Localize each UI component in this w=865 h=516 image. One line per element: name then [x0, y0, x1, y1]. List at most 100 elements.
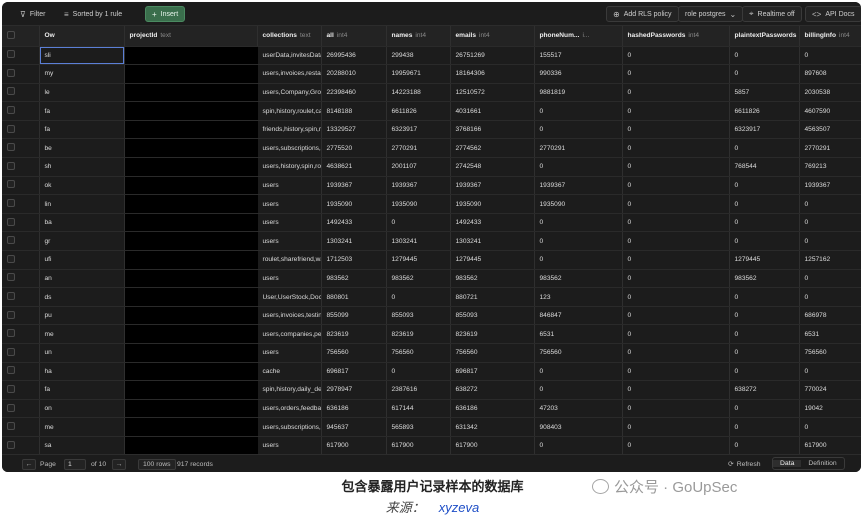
table-row[interactable]: fa spin,history,daily_deposit,roulet,cash…: [2, 380, 861, 400]
cell-emails[interactable]: 696817: [450, 362, 535, 382]
cell-collections[interactable]: users,history,spin,roulet,redeem,history…: [257, 157, 322, 177]
cell-all[interactable]: 2978947: [321, 380, 387, 400]
cell-emails[interactable]: 1935090: [450, 194, 535, 214]
sort-button[interactable]: ≡ Sorted by 1 rule: [64, 6, 122, 22]
cell-phonenum[interactable]: 155517: [534, 46, 623, 66]
cell-names[interactable]: 19959671: [386, 64, 451, 84]
cell-owner[interactable]: an: [39, 269, 125, 289]
table-row[interactable]: me users,subscriptions,companies,selfMana…: [2, 417, 861, 437]
cell-owner[interactable]: fa: [39, 101, 125, 121]
cell-hashedpasswords[interactable]: 0: [622, 64, 730, 84]
cell-names[interactable]: 2001107: [386, 157, 451, 177]
refresh-button[interactable]: ⟳ Refresh: [728, 458, 761, 470]
cell-all[interactable]: 1303241: [321, 231, 387, 252]
cell-phonenum[interactable]: 2770291: [534, 138, 623, 159]
cell-hashedpasswords[interactable]: 0: [622, 83, 730, 103]
checkbox[interactable]: [7, 50, 15, 59]
row-select-cell[interactable]: [2, 399, 40, 419]
cell-billinginfo[interactable]: 0: [799, 231, 861, 252]
cell-phonenum[interactable]: 983562: [534, 269, 623, 289]
row-select-cell[interactable]: [2, 324, 40, 344]
checkbox[interactable]: [7, 161, 15, 170]
cell-names[interactable]: 565893: [386, 417, 451, 437]
cell-names[interactable]: 855093: [386, 306, 451, 326]
cell-plaintextpasswords[interactable]: 6323917: [729, 120, 800, 140]
cell-billinginfo[interactable]: 1939367: [799, 176, 861, 196]
cell-phonenum[interactable]: 990336: [534, 64, 623, 84]
cell-owner[interactable]: ufi: [39, 250, 125, 270]
row-select-cell[interactable]: [2, 120, 40, 140]
cell-hashedpasswords[interactable]: 0: [622, 213, 730, 233]
cell-all[interactable]: 880801: [321, 287, 387, 307]
cell-collections[interactable]: userData,invitesData,classData,evaluatio: [257, 46, 322, 66]
table-row[interactable]: be users,subscriptions,lugu_cancel_reason…: [2, 138, 861, 159]
cell-phonenum[interactable]: 0: [534, 213, 623, 233]
cell-all[interactable]: 855099: [321, 306, 387, 326]
row-select-cell[interactable]: [2, 138, 40, 159]
cell-owner[interactable]: ha: [39, 362, 125, 382]
table-row[interactable]: my users,invoices,restaurants,tables,cash…: [2, 64, 861, 84]
cell-owner[interactable]: sa: [39, 436, 125, 454]
cell-all[interactable]: 983562: [321, 269, 387, 289]
cell-collections[interactable]: users: [257, 213, 322, 233]
cell-names[interactable]: 983562: [386, 269, 451, 289]
cell-emails[interactable]: 631342: [450, 417, 535, 437]
row-select-cell[interactable]: [2, 287, 40, 307]
cell-billinginfo[interactable]: 4607590: [799, 101, 861, 121]
row-select-cell[interactable]: [2, 46, 40, 66]
column-header[interactable]: plaintextPasswordsint4: [729, 26, 800, 47]
cell-billinginfo[interactable]: 4563507: [799, 120, 861, 140]
checkbox[interactable]: [7, 422, 15, 431]
row-select-cell[interactable]: [2, 101, 40, 121]
checkbox[interactable]: [7, 68, 15, 77]
cell-emails[interactable]: 2774562: [450, 138, 535, 159]
checkbox[interactable]: [7, 143, 15, 152]
cell-names[interactable]: 1935090: [386, 194, 451, 214]
checkbox[interactable]: [7, 87, 15, 96]
checkbox[interactable]: [7, 180, 15, 189]
tab-data[interactable]: Data: [773, 460, 802, 467]
cell-emails[interactable]: 1492433: [450, 213, 535, 233]
cell-plaintextpasswords[interactable]: 0: [729, 324, 800, 344]
table-row[interactable]: meusers,companies,petsWithMedicalRecord8…: [2, 324, 861, 344]
cell-all[interactable]: 823619: [321, 324, 387, 344]
checkbox[interactable]: [7, 384, 15, 393]
cell-billinginfo[interactable]: 769213: [799, 157, 861, 177]
cell-all[interactable]: 756560: [321, 343, 387, 363]
cell-owner[interactable]: fa: [39, 120, 125, 140]
add-rls-policy-button[interactable]: ⊕ Add RLS policy: [606, 6, 679, 22]
column-header[interactable]: projectId text: [124, 26, 258, 47]
cell-billinginfo[interactable]: 19042: [799, 399, 861, 419]
select-all-cell[interactable]: [2, 26, 40, 47]
column-header[interactable]: hashedPasswords int4: [622, 26, 730, 47]
cell-plaintextpasswords[interactable]: 983562: [729, 269, 800, 289]
cell-hashedpasswords[interactable]: 0: [622, 306, 730, 326]
row-select-cell[interactable]: [2, 194, 40, 214]
role-select[interactable]: role postgres ⌄: [678, 6, 744, 22]
cell-phonenum[interactable]: 0: [534, 380, 623, 400]
cell-plaintextpasswords[interactable]: 0: [729, 343, 800, 363]
cell-hashedpasswords[interactable]: 0: [622, 343, 730, 363]
cell-hashedpasswords[interactable]: 0: [622, 138, 730, 159]
cell-collections[interactable]: User,UserStock,DocumentData: [257, 287, 322, 307]
cell-all[interactable]: 20288010: [321, 64, 387, 84]
cell-emails[interactable]: 1939367: [450, 176, 535, 196]
cell-billinginfo[interactable]: 0: [799, 46, 861, 66]
cell-all[interactable]: 945637: [321, 417, 387, 437]
cell-plaintextpasswords[interactable]: 0: [729, 213, 800, 233]
cell-owner[interactable]: pu: [39, 306, 125, 326]
cell-billinginfo[interactable]: 770024: [799, 380, 861, 400]
cell-plaintextpasswords[interactable]: 0: [729, 46, 800, 66]
cell-plaintextpasswords[interactable]: 638272: [729, 380, 800, 400]
row-select-cell[interactable]: [2, 362, 40, 382]
cell-plaintextpasswords[interactable]: 0: [729, 436, 800, 454]
cell-billinginfo[interactable]: 756560: [799, 343, 861, 363]
cell-all[interactable]: 1712503: [321, 250, 387, 270]
cell-hashedpasswords[interactable]: 0: [622, 101, 730, 121]
cell-names[interactable]: 14223188: [386, 83, 451, 103]
cell-billinginfo[interactable]: 0: [799, 213, 861, 233]
cell-phonenum[interactable]: 0: [534, 250, 623, 270]
realtime-button[interactable]: ⌖ Realtime off: [742, 6, 802, 22]
cell-collections[interactable]: users: [257, 343, 322, 363]
cell-hashedpasswords[interactable]: 0: [622, 287, 730, 307]
